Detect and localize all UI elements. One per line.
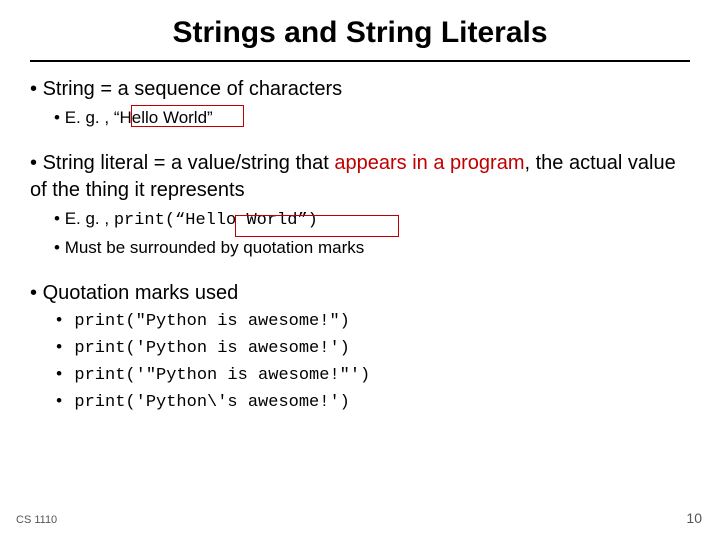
quotation-text: Quotation marks used <box>43 282 239 304</box>
literal-note-text: Must be surrounded by quotation marks <box>65 238 365 257</box>
title-divider <box>30 60 690 62</box>
footer-page: 10 <box>686 510 702 526</box>
bullet-string-example: E. g. , “Hello World” <box>54 107 690 130</box>
literal-prefix: String literal = a value/string that <box>43 152 335 174</box>
bullet-quotation: Quotation marks used <box>30 280 690 307</box>
slide-content: String = a sequence of characters E. g. … <box>30 76 690 415</box>
code-text: print('"Python is awesome!"') <box>74 366 370 385</box>
bullet-literal-note: Must be surrounded by quotation marks <box>54 237 690 260</box>
code-text: print("Python is awesome!") <box>74 312 349 331</box>
code-example-1: print("Python is awesome!") <box>54 311 690 334</box>
slide-title: Strings and String Literals <box>30 16 690 50</box>
code-example-3: print('"Python is awesome!"') <box>54 365 690 388</box>
code-example-2: print('Python is awesome!') <box>54 338 690 361</box>
example-prefix: E. g. , <box>65 108 114 127</box>
footer-course: CS 1110 <box>16 514 57 526</box>
bullet-literal-def: String literal = a value/string that app… <box>30 150 690 204</box>
code-text: print('Python\'s awesome!') <box>74 393 349 412</box>
literal-red: appears in a program <box>334 152 524 174</box>
code-text: print('Python is awesome!') <box>74 339 349 358</box>
literal-example-prefix: E. g. , <box>65 209 114 228</box>
code-example-4: print('Python\'s awesome!') <box>54 392 690 415</box>
bullet-literal-example: E. g. , print(“Hello World”) <box>54 208 690 233</box>
slide: Strings and String Literals String = a s… <box>0 0 720 540</box>
bullet-text: String = a sequence of characters <box>43 78 343 100</box>
literal-example-code: print(“Hello World”) <box>114 211 318 230</box>
example-literal: “Hello World” <box>114 108 213 127</box>
bullet-string-def: String = a sequence of characters <box>30 76 690 103</box>
